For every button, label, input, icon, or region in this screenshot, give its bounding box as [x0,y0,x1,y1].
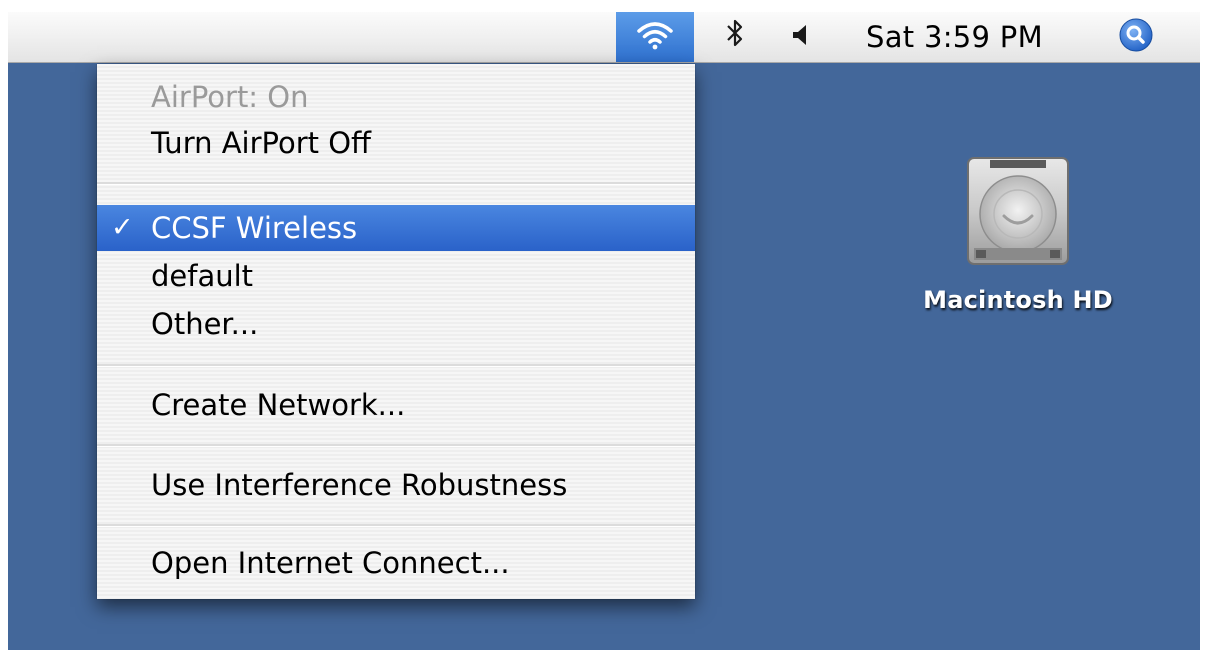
network-item-other[interactable]: Other... [97,301,695,347]
checkmark-icon: ✓ [111,212,134,243]
bluetooth-menu-extra[interactable] [720,12,750,62]
menu-item-label: Other... [151,307,259,341]
spotlight-magnifier-icon [1118,17,1154,57]
menu-item-label: AirPort: On [151,80,309,114]
menu-separator [97,364,695,367]
screen: Macintosh HD Sat 3:59 PM AirPort: On Tur… [0,0,1208,656]
menu-item-label: Create Network... [151,388,406,422]
network-item-default[interactable]: default [97,253,695,299]
menu-item-label: CCSF Wireless [151,211,358,245]
hard-drive-icon [960,152,1076,278]
menu-separator [97,444,695,447]
spotlight-menu-extra[interactable] [1114,12,1158,62]
volume-menu-extra[interactable] [784,12,816,62]
speaker-icon [789,22,811,52]
wifi-icon [636,20,674,54]
airport-status-item: AirPort: On [97,74,695,120]
desktop-icon-macintosh-hd[interactable]: Macintosh HD [908,152,1128,332]
create-network-item[interactable]: Create Network... [97,382,695,428]
use-interference-robustness-item[interactable]: Use Interference Robustness [97,462,695,508]
airport-menu-extra[interactable] [616,12,694,62]
menu-bar-clock[interactable]: Sat 3:59 PM [866,12,1076,62]
menu-item-label: default [151,259,254,293]
open-internet-connect-item[interactable]: Open Internet Connect... [97,540,695,586]
menu-separator [97,524,695,527]
menu-bar: Sat 3:59 PM [8,12,1200,63]
turn-airport-off-item[interactable]: Turn AirPort Off [97,120,695,166]
menu-item-label: Turn AirPort Off [151,126,372,160]
airport-dropdown-menu: AirPort: On Turn AirPort Off ✓ CCSF Wire… [97,64,695,599]
menu-item-label: Open Internet Connect... [151,546,510,580]
bluetooth-icon [724,18,746,56]
menu-separator [97,182,695,185]
network-item-ccsf-wireless[interactable]: ✓ CCSF Wireless [97,205,695,251]
menu-item-label: Use Interference Robustness [151,468,568,502]
desktop-icon-label: Macintosh HD [923,286,1113,314]
